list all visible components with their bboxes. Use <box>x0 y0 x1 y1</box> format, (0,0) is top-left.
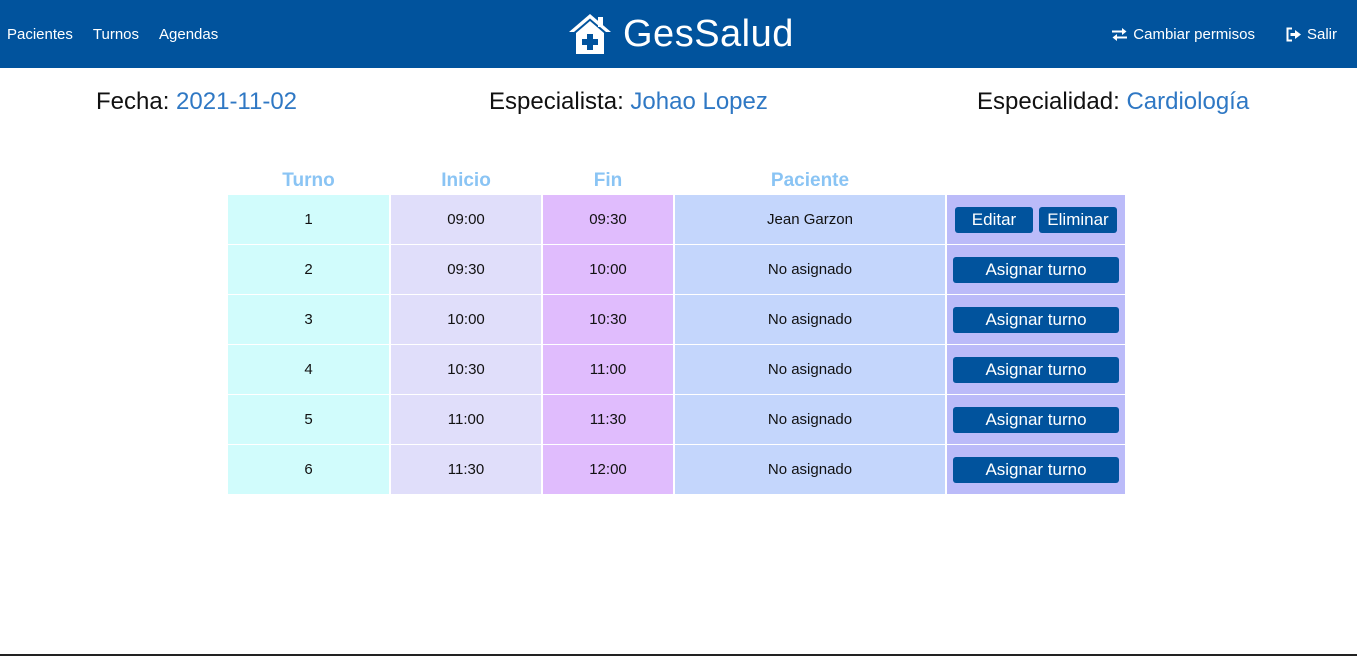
header-inicio: Inicio <box>441 170 491 191</box>
date-info: Fecha: 2021-11-02 <box>96 88 297 128</box>
date-label: Fecha: <box>96 88 170 115</box>
cell-fin: 11:00 <box>543 345 673 394</box>
cell-inicio: 09:30 <box>391 245 541 294</box>
cell-actions: Asignar turno <box>947 295 1125 344</box>
brand-logo[interactable]: GesSalud <box>567 9 794 59</box>
cell-turno: 3 <box>228 295 389 344</box>
cell-turno: 6 <box>228 445 389 494</box>
exchange-icon <box>1112 27 1128 41</box>
change-permissions-label: Cambiar permisos <box>1133 25 1255 43</box>
edit-button[interactable]: Editar <box>955 206 1033 233</box>
assign-turn-button[interactable]: Asignar turno <box>953 456 1119 483</box>
specialty-info: Especialidad: Cardiología <box>977 88 1249 128</box>
logout-label: Salir <box>1306 25 1337 43</box>
cell-fin: 09:30 <box>543 195 673 244</box>
specialist-value: Johao Lopez <box>630 88 768 115</box>
hospital-house-icon <box>569 14 611 54</box>
logout-button[interactable]: Salir <box>1285 26 1337 43</box>
cell-paciente: No asignado <box>675 395 945 444</box>
header-fin: Fin <box>593 170 623 191</box>
cell-paciente: No asignado <box>675 295 945 344</box>
cell-paciente: Jean Garzon <box>675 195 945 244</box>
cell-actions: Editar Eliminar <box>947 195 1125 244</box>
cell-turno: 5 <box>228 395 389 444</box>
nav-actions: Cambiar permisos Salir <box>1081 0 1337 68</box>
cell-inicio: 11:30 <box>391 445 541 494</box>
cell-inicio: 10:00 <box>391 295 541 344</box>
top-navbar: Pacientes Turnos Agendas GesSalud Cambia… <box>0 0 1357 68</box>
cell-inicio: 11:00 <box>391 395 541 444</box>
specialist-info: Especialista: Johao Lopez <box>489 88 768 128</box>
date-value: 2021-11-02 <box>176 88 298 115</box>
cell-paciente: No asignado <box>675 345 945 394</box>
cell-actions: Asignar turno <box>947 245 1125 294</box>
specialist-label: Especialista: <box>489 88 624 115</box>
cell-inicio: 09:00 <box>391 195 541 244</box>
cell-turno: 4 <box>228 345 389 394</box>
nav-link-turnos[interactable]: Turnos <box>93 26 139 43</box>
cell-actions: Asignar turno <box>947 395 1125 444</box>
cell-actions: Asignar turno <box>947 345 1125 394</box>
assign-turn-button[interactable]: Asignar turno <box>953 306 1119 333</box>
nav-links: Pacientes Turnos Agendas <box>7 0 238 68</box>
assign-turn-button[interactable]: Asignar turno <box>953 356 1119 383</box>
cell-turno: 1 <box>228 195 389 244</box>
cell-paciente: No asignado <box>675 245 945 294</box>
assign-turn-button[interactable]: Asignar turno <box>953 406 1119 433</box>
change-permissions-button[interactable]: Cambiar permisos <box>1111 26 1255 43</box>
header-paciente: Paciente <box>770 170 850 191</box>
cell-fin: 12:00 <box>543 445 673 494</box>
cell-fin: 11:30 <box>543 395 673 444</box>
cell-turno: 2 <box>228 245 389 294</box>
header-turno: Turno <box>282 170 335 191</box>
nav-link-agendas[interactable]: Agendas <box>159 26 218 43</box>
cell-actions: Asignar turno <box>947 445 1125 494</box>
sign-out-icon <box>1286 27 1301 41</box>
specialty-value: Cardiología <box>1126 88 1250 115</box>
cell-inicio: 10:30 <box>391 345 541 394</box>
assign-turn-button[interactable]: Asignar turno <box>953 256 1119 283</box>
brand-name: GesSalud <box>623 12 794 55</box>
nav-link-pacientes[interactable]: Pacientes <box>7 26 73 43</box>
cell-fin: 10:30 <box>543 295 673 344</box>
delete-button[interactable]: Eliminar <box>1039 206 1117 233</box>
specialty-label: Especialidad: <box>977 88 1120 115</box>
cell-paciente: No asignado <box>675 445 945 494</box>
cell-fin: 10:00 <box>543 245 673 294</box>
